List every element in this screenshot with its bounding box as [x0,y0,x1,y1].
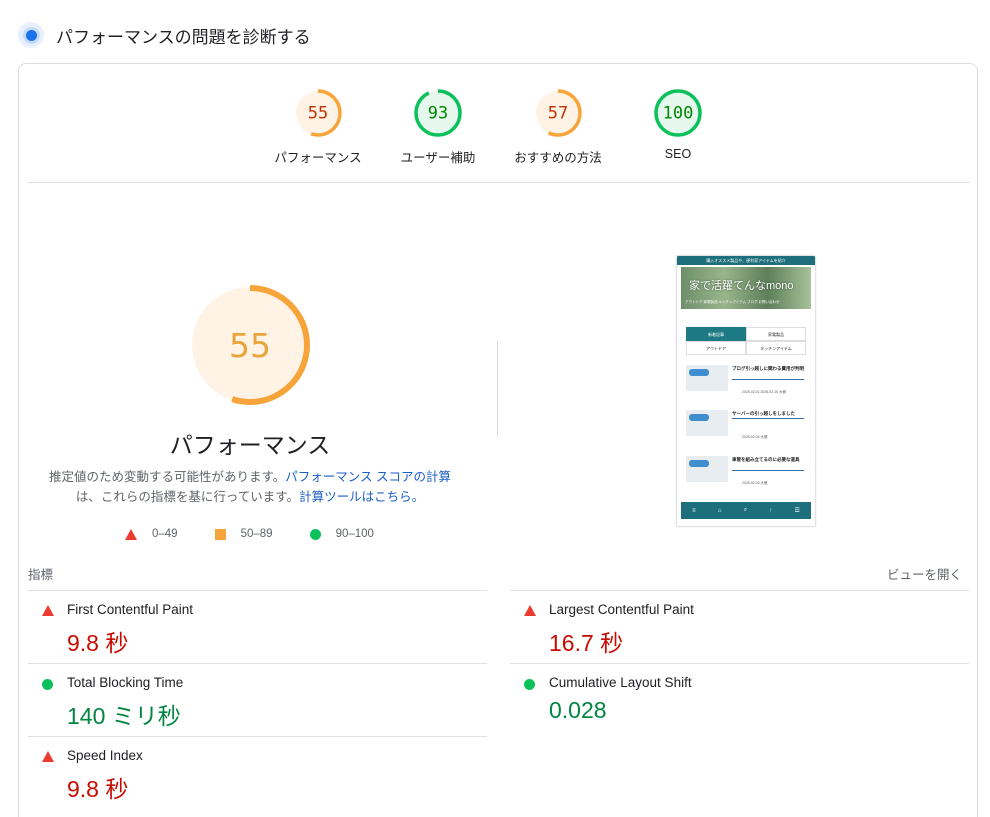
metric-value: 0.028 [549,697,607,723]
top-icon: ↑ [769,507,773,514]
calculator-link[interactable]: 計算ツールはこちら。 [299,490,424,504]
gauge-score: 93 [428,104,448,124]
metric-name: Largest Contentful Paint [549,602,694,617]
gauge-score: 57 [548,104,568,124]
score-legend: 0–49 50–89 90–100 [125,526,411,542]
triangle-icon [42,605,54,616]
site-tabs: 新着記事 家電製品 アウトドア キッチンアイテム [686,327,806,357]
metrics-header: 指標 ビューを開く [28,564,962,582]
circle-icon [309,528,321,540]
gauge-best-practices[interactable]: 57 おすすめの方法 [498,88,618,166]
metric-value: 140 ミリ秒 [67,703,181,729]
circle-icon [524,679,535,690]
performance-gauge: 55 [190,285,310,405]
gauge-accessibility[interactable]: 93 ユーザー補助 [378,88,498,166]
gauge-label: SEO [664,147,692,161]
home-icon: ⌂ [717,507,722,514]
menu-icon: ≡ [692,507,696,514]
gauge-score: 100 [663,104,694,124]
search-icon: ⌕ [743,507,748,513]
category-gauges: 55 パフォーマンス 93 ユーザー補助 57 おすすめの方法 100 SEO [19,88,979,168]
site-title: 家で活躍てんなmono [689,280,794,292]
gauge-seo[interactable]: 100 SEO [618,88,738,161]
gauge-performance[interactable]: 55 パフォーマンス [258,88,378,166]
metric-name: Total Blocking Time [67,675,184,690]
site-tab: アウトドア [686,341,746,355]
gauge-label: パフォーマンス [274,151,362,165]
section-header: パフォーマンスの問題を診断する [18,20,311,50]
metric-name: First Contentful Paint [67,602,194,617]
site-nav: アウトドア 家電製品 キッチンアイテム ブログ お問い合わせ [685,300,780,304]
page-screenshot[interactable]: 購入オススメ製品や、便利家アイテムを紹介 家で活躍てんなmono アウトドア 家… [676,255,816,527]
divider [28,182,970,183]
site-post: サーバーの引っ越しをしました 2025.02.04 大雅 [686,408,806,442]
legend-average: 50–89 [214,528,273,540]
triangle-icon [524,605,536,616]
gauge-label: おすすめの方法 [514,151,602,165]
section-title: パフォーマンスの問題を診断する [56,27,311,47]
desc-text: 推定値のため変動する可能性があります。 [49,470,286,484]
expand-view-button[interactable]: ビューを開く [887,564,962,583]
metric-speed-index[interactable]: Speed Index 9.8 秒 [28,737,487,809]
metric-fcp[interactable]: First Contentful Paint 9.8 秒 [28,591,487,663]
desc-text: は、これらの指標を基に行っています。 [75,490,300,504]
metric-tbt[interactable]: Total Blocking Time 140 ミリ秒 [28,664,487,736]
site-tab: 家電製品 [746,327,806,341]
site-hero: 家で活躍てんなmono アウトドア 家電製品 キッチンアイテム ブログ お問い合… [681,267,811,309]
circle-icon [42,679,53,690]
post-meta: 2025.02.04 大雅 [742,435,768,439]
post-meta: 2025.02.01 2025.02.15 大雅 [742,390,786,394]
performance-score: 55 [229,326,271,365]
post-title: 車管を組み立てるのに必要な道具 [732,457,800,462]
site-bottom-nav: ≡ ⌂ ⌕ ↑ ☰ [681,502,811,519]
metric-value: 16.7 秒 [549,630,624,656]
post-thumbnail [686,410,728,436]
triangle-icon [42,751,54,762]
site-topbar: 購入オススメ製品や、便利家アイテムを紹介 [677,256,815,265]
site-tab: 新着記事 [686,327,746,341]
post-thumbnail [686,456,728,482]
score-calc-link[interactable]: パフォーマンス スコアの計算 [285,470,451,484]
report-card: 55 パフォーマンス 93 ユーザー補助 57 おすすめの方法 100 SEO … [18,63,978,817]
sidebar-icon: ☰ [794,508,800,514]
post-meta: 2025.02.03 大雅 [742,481,768,485]
legend-pass: 90–100 [309,528,374,540]
metrics-heading: 指標 [28,568,54,582]
post-thumbnail [686,365,728,391]
site-post: ブログ引っ越しに関わる費用が判明 2025.02.01 2025.02.15 大… [686,363,806,397]
pagespeed-icon [18,22,44,48]
square-icon [214,528,226,540]
metric-value: 9.8 秒 [67,776,129,802]
performance-title: パフォーマンス [169,432,331,458]
site-tab: キッチンアイテム [746,341,806,355]
gauge-score: 55 [308,104,328,124]
post-title: ブログ引っ越しに関わる費用が判明 [732,366,804,371]
vertical-divider [497,341,498,437]
gauge-ring: 57 [534,89,582,137]
metric-lcp[interactable]: Largest Contentful Paint 16.7 秒 [510,591,969,663]
triangle-icon [125,528,137,540]
site-post: 車管を組み立てるのに必要な道具 2025.02.03 大雅 [686,454,806,488]
gauge-ring: 93 [414,89,462,137]
metric-cls[interactable]: Cumulative Layout Shift 0.028 [510,664,969,736]
metric-name: Cumulative Layout Shift [549,675,692,690]
post-title: サーバーの引っ越しをしました [732,411,795,416]
metric-value: 9.8 秒 [67,630,129,656]
gauge-ring: 55 [294,89,342,137]
performance-description: 推定値のため変動する可能性があります。パフォーマンス スコアの計算 は、これらの… [49,467,451,507]
metric-name: Speed Index [67,748,143,763]
gauge-label: ユーザー補助 [400,151,476,165]
legend-fail: 0–49 [125,528,178,540]
gauge-ring: 100 [654,89,702,137]
